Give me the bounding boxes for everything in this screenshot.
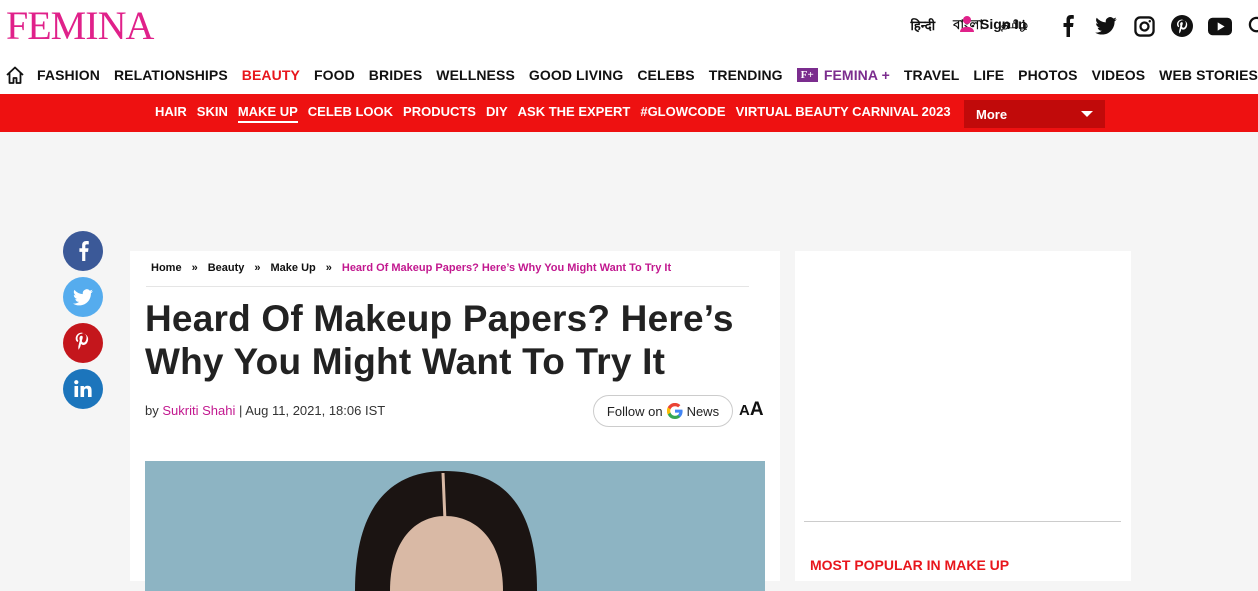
subnav-celeb-look[interactable]: CELEB LOOK [308,104,393,123]
follow-google-news-button[interactable]: Follow on News [593,395,733,427]
subnav-skin[interactable]: SKIN [197,104,228,123]
subnav-products[interactable]: PRODUCTS [403,104,476,123]
twitter-icon[interactable] [1094,14,1118,38]
sign-in-label: Sign In [980,16,1027,32]
article-title: Heard Of Makeup Papers? Here’s Why You M… [145,298,734,382]
nav-brides[interactable]: BRIDES [369,67,423,83]
subnav-diy[interactable]: DIY [486,104,508,123]
top-header: FEMINA हिन्दी বাংলা தமிழ் Sign In [0,0,1258,56]
subnav-hair[interactable]: HAIR [155,104,187,123]
news-label: News [686,403,720,419]
breadcrumb: Home » Beauty » Make Up » Heard Of Makeu… [151,262,671,274]
more-dropdown[interactable]: More [964,100,1105,128]
google-icon [666,403,683,419]
nav-trending[interactable]: TRENDING [709,67,783,83]
byline-prefix: by [145,403,159,418]
nav-videos[interactable]: VIDEOS [1092,67,1146,83]
nav-web-stories[interactable]: WEB STORIES [1159,67,1258,83]
pinterest-icon[interactable] [1170,14,1194,38]
more-label: More [976,106,1008,122]
nav-femina-plus[interactable]: F+ FEMINA + [796,67,890,83]
breadcrumb-separator: » [325,262,332,274]
nav-relationships[interactable]: RELATIONSHIPS [114,67,228,83]
author-link[interactable]: Sukriti Shahi [162,403,235,418]
nav-food[interactable]: FOOD [314,67,355,83]
nav-celebs[interactable]: CELEBS [637,67,694,83]
nav-wellness[interactable]: WELLNESS [436,67,515,83]
sidebar: MOST POPULAR IN MAKE UP [795,251,1131,581]
publish-date: | Aug 11, 2021, 18:06 IST [235,403,386,418]
subnav-glowcode[interactable]: #GLOWCODE [640,104,725,123]
nav-travel[interactable]: TRAVEL [904,67,960,83]
subnav-make-up[interactable]: MAKE UP [237,104,298,123]
nav-beauty[interactable]: BEAUTY [242,67,300,83]
nav-life[interactable]: LIFE [973,67,1004,83]
breadcrumb-make-up[interactable]: Make Up [271,262,316,274]
hero-image [145,461,765,591]
subnav-virtual-beauty-carnival[interactable]: VIRTUAL BEAUTY CARNIVAL 2023 [736,104,951,123]
breadcrumb-separator: » [254,262,261,274]
beauty-subnav: HAIR SKIN MAKE UP CELEB LOOK PRODUCTS DI… [0,94,1258,132]
nav-photos[interactable]: PHOTOS [1018,67,1077,83]
sign-in-button[interactable]: Sign In [960,16,1027,32]
share-bar [63,231,103,409]
femina-plus-label: FEMINA + [823,67,890,83]
subnav-ask-the-expert[interactable]: ASK THE EXPERT [518,104,631,123]
nav-fashion[interactable]: FASHION [37,67,100,83]
breadcrumb-beauty[interactable]: Beauty [208,262,245,274]
share-facebook-icon[interactable] [63,231,103,271]
femina-logo[interactable]: FEMINA [6,2,154,49]
facebook-icon[interactable] [1056,14,1080,38]
main-navigation: FASHION RELATIONSHIPS BEAUTY FOOD BRIDES… [0,56,1258,94]
user-icon [960,16,974,32]
share-twitter-icon[interactable] [63,277,103,317]
article-card: Home » Beauty » Make Up » Heard Of Makeu… [130,251,780,591]
header-socials [1056,14,1258,38]
breadcrumb-home[interactable]: Home [151,262,182,274]
breadcrumb-divider [146,286,749,287]
share-pinterest-icon[interactable] [63,323,103,363]
breadcrumb-separator: » [191,262,198,274]
font-size-large: A [749,399,764,420]
sidebar-divider [804,521,1121,522]
chevron-down-icon [1081,111,1093,117]
follow-label: Follow on [606,403,663,419]
font-size-small: A [739,402,750,419]
breadcrumb-current: Heard Of Makeup Papers? Here’s Why You M… [341,262,672,274]
instagram-icon[interactable] [1132,14,1156,38]
share-linkedin-icon[interactable] [63,369,103,409]
search-icon[interactable] [1246,14,1258,38]
most-popular-heading: MOST POPULAR IN MAKE UP [810,557,1010,573]
byline: by Sukriti Shahi | Aug 11, 2021, 18:06 I… [145,403,385,418]
nav-good-living[interactable]: GOOD LIVING [529,67,623,83]
lang-hindi-link[interactable]: हिन्दी [911,16,936,37]
home-icon[interactable] [0,65,29,85]
femina-plus-badge: F+ [796,68,818,82]
font-size-toggle[interactable]: AA [739,399,764,421]
youtube-icon[interactable] [1208,14,1232,38]
